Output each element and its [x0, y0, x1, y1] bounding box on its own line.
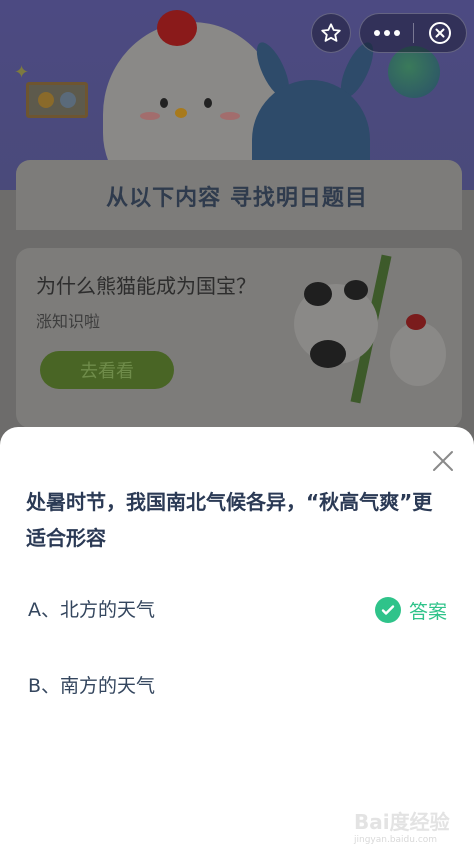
more-button[interactable]	[360, 13, 413, 53]
article-subtitle: 涨知识啦	[36, 312, 101, 331]
check-circle-icon	[375, 597, 401, 623]
favorite-button[interactable]	[311, 13, 351, 53]
answer-label: 答案	[409, 600, 448, 623]
panda-illustration	[294, 254, 446, 404]
option-b[interactable]: B、南方的天气	[0, 656, 474, 716]
more-dots-icon	[373, 30, 400, 36]
question-text: 处暑时节，我国南北气候各异，“秋高气爽”更适合形容	[26, 490, 433, 550]
sheet-close-button[interactable]	[428, 446, 458, 476]
option-label: A、北方的天气	[28, 599, 155, 621]
article-title: 为什么熊猫能成为国宝？	[36, 274, 256, 298]
option-a[interactable]: A、北方的天气 答案	[0, 580, 474, 640]
chick-comb	[157, 10, 197, 46]
go-see-button[interactable]: 去看看	[40, 351, 174, 389]
sparkle-icon: ✦	[14, 62, 30, 83]
star-icon	[321, 23, 341, 42]
answer-indicator: 答案	[375, 580, 447, 640]
close-x-icon	[433, 451, 453, 471]
gold-medal-icon	[38, 92, 54, 108]
banner-title: 从以下内容 寻找明日题目	[106, 186, 368, 211]
watermark-logo: Bai度经验 jingyan.baidu.com	[354, 810, 450, 845]
close-circle-icon	[428, 22, 451, 44]
background-scene: ✦ 从以下内容 寻找明日题目 为什么熊猫能成为国宝？ 涨知识啦 去看看	[0, 0, 474, 460]
exit-button[interactable]	[414, 13, 466, 53]
silver-medal-icon	[60, 92, 76, 108]
planet-icon	[388, 46, 440, 98]
medal-frame	[26, 82, 88, 118]
option-label: B、南方的天气	[28, 675, 156, 697]
quiz-screen: ✦ 从以下内容 寻找明日题目 为什么熊猫能成为国宝？ 涨知识啦 去看看 处暑时节…	[0, 0, 474, 858]
mini-program-capsule	[359, 13, 467, 53]
